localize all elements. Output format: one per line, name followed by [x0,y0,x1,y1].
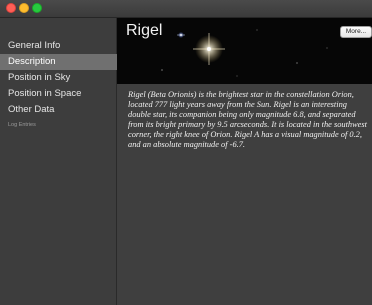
sidebar-item-position-in-space[interactable]: Position in Space [0,86,117,102]
sidebar: General Info Description Position in Sky… [0,18,117,305]
zoom-window-button[interactable] [32,3,42,13]
main-panel: Rigel More... Rigel (Beta Orionis) is th… [117,18,372,305]
object-title: Rigel [126,22,163,39]
sidebar-item-log-entries[interactable]: Log Entries [0,118,117,132]
star-header-image: Rigel More... [117,18,372,84]
more-button[interactable]: More... [340,26,372,38]
minimize-window-button[interactable] [19,3,29,13]
sidebar-item-general-info[interactable]: General Info [0,38,117,54]
description-text: Rigel (Beta Orionis) is the brightest st… [128,90,367,150]
sidebar-item-other-data[interactable]: Other Data [0,102,117,118]
close-window-button[interactable] [6,3,16,13]
sidebar-nav: General Info Description Position in Sky… [0,38,117,132]
sidebar-item-position-in-sky[interactable]: Position in Sky [0,70,117,86]
title-bar[interactable] [0,0,372,18]
sidebar-item-description[interactable]: Description [0,54,117,70]
app-window: General Info Description Position in Sky… [0,0,372,305]
